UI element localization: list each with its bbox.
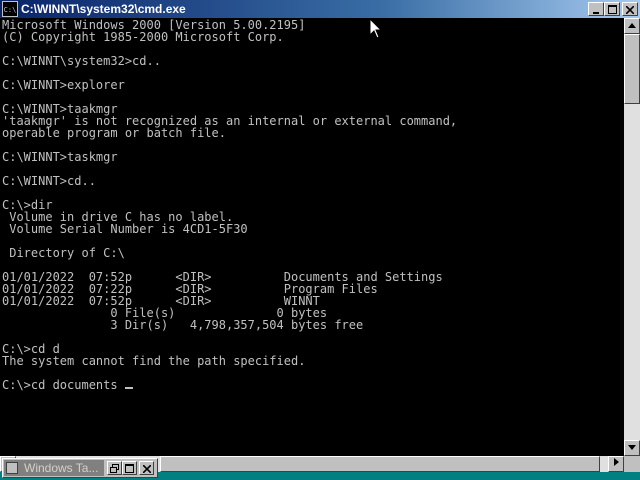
console-output[interactable]: Microsoft Windows 2000 [Version 5.00.219…	[0, 18, 624, 456]
maximize-button[interactable]	[604, 2, 620, 16]
vertical-scrollbar[interactable]	[624, 18, 640, 456]
console-line: The system cannot find the path specifie…	[2, 354, 306, 368]
maximize-icon	[125, 464, 134, 473]
scroll-right-button[interactable]	[608, 456, 624, 472]
console-line: Directory of C:\	[2, 246, 125, 260]
maximize-icon	[607, 5, 617, 14]
scroll-down-button[interactable]	[624, 440, 640, 456]
console-prompt-input: C:\>cd documents	[2, 378, 125, 392]
scrollbar-corner	[624, 456, 640, 472]
text-cursor	[124, 387, 133, 389]
restore-icon	[110, 464, 119, 473]
cmd-app-icon[interactable]: C:\	[2, 1, 18, 17]
close-icon	[625, 5, 635, 15]
minimized-task-manager-window[interactable]: Windows Ta...	[2, 458, 158, 478]
window-titlebar[interactable]: C:\ C:\WINNT\system32\cmd.exe	[0, 0, 640, 18]
window-title: C:\WINNT\system32\cmd.exe	[21, 2, 186, 16]
mouse-pointer-icon	[369, 18, 383, 39]
close-button[interactable]	[622, 2, 638, 16]
cmd-window: C:\ C:\WINNT\system32\cmd.exe Microsoft …	[0, 0, 640, 472]
console-line: Volume Serial Number is 4CD1-5F30	[2, 222, 248, 236]
console-line: operable program or batch file.	[2, 126, 226, 140]
arrow-right-icon	[613, 458, 619, 466]
console-line: C:\WINNT>explorer	[2, 78, 125, 92]
minimized-window-titlebar[interactable]: Windows Ta...	[4, 460, 104, 476]
console-line: 3 Dir(s) 4,798,357,504 bytes free	[2, 318, 364, 332]
minimized-window-controls	[107, 461, 154, 475]
close-button[interactable]	[139, 461, 154, 475]
window-controls	[588, 2, 638, 16]
console-line: (C) Copyright 1985-2000 Microsoft Corp.	[2, 30, 284, 44]
console-line: C:\WINNT>taskmgr	[2, 150, 118, 164]
maximize-button[interactable]	[122, 461, 137, 475]
task-manager-icon	[6, 462, 18, 474]
restore-button[interactable]	[107, 461, 122, 475]
scroll-up-button[interactable]	[624, 18, 640, 34]
vertical-scroll-thumb[interactable]	[624, 34, 640, 104]
console-input-line[interactable]: C:\>cd documents	[2, 379, 624, 391]
horizontal-scroll-thumb[interactable]	[160, 456, 600, 472]
console-line: C:\WINNT\system32>cd..	[2, 54, 161, 68]
arrow-up-icon	[628, 23, 636, 28]
close-icon	[141, 464, 152, 474]
console-line: C:\WINNT>cd..	[2, 174, 96, 188]
minimize-button[interactable]	[588, 2, 604, 16]
minimized-window-title: Windows Ta...	[24, 461, 99, 475]
minimize-icon	[593, 12, 599, 14]
arrow-down-icon	[628, 445, 636, 450]
